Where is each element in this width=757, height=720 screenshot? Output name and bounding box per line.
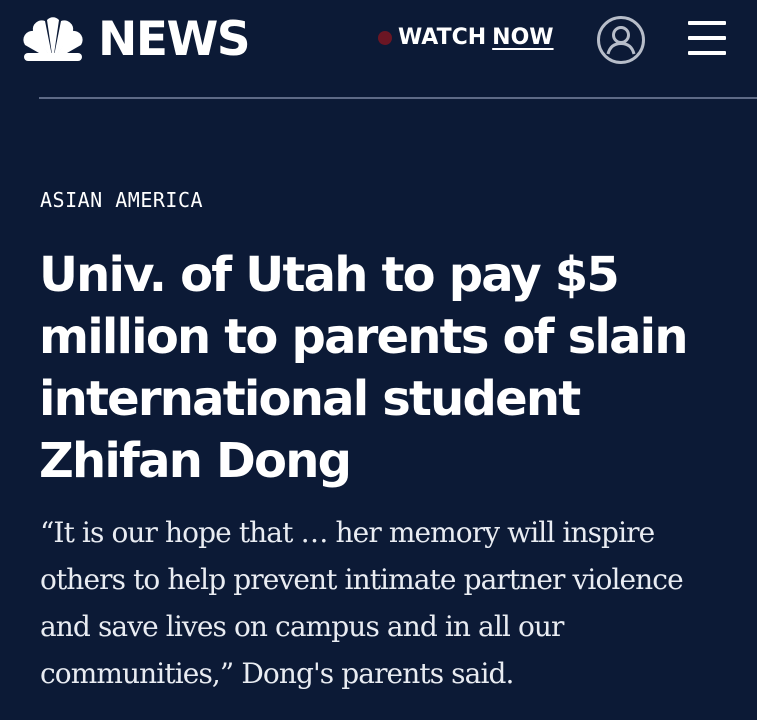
site-header: NEWS WATCH NOW [0,0,757,99]
watch-now-button[interactable]: WATCH NOW [378,22,554,54]
hamburger-menu-icon[interactable] [688,21,726,55]
watch-now-label: NOW [492,25,554,50]
nbc-news-logo[interactable]: NEWS [20,12,251,67]
watch-label: WATCH [398,25,487,50]
account-icon[interactable] [596,15,646,65]
category-label[interactable]: ASIAN AMERICA [40,186,203,214]
peacock-icon [23,17,83,61]
menu-line [688,21,726,25]
menu-line [688,51,726,55]
page: NEWS WATCH NOW ASIAN AMERICA Univ. of Ut… [0,0,757,720]
article-dek: “It is our hope that … her memory will i… [40,516,684,690]
article-headline: Univ. of Utah to pay $5 million to paren… [39,247,689,489]
live-dot-icon [378,31,392,45]
logo-wordmark: NEWS [98,12,251,67]
header-divider [39,97,757,99]
menu-line [688,36,726,40]
